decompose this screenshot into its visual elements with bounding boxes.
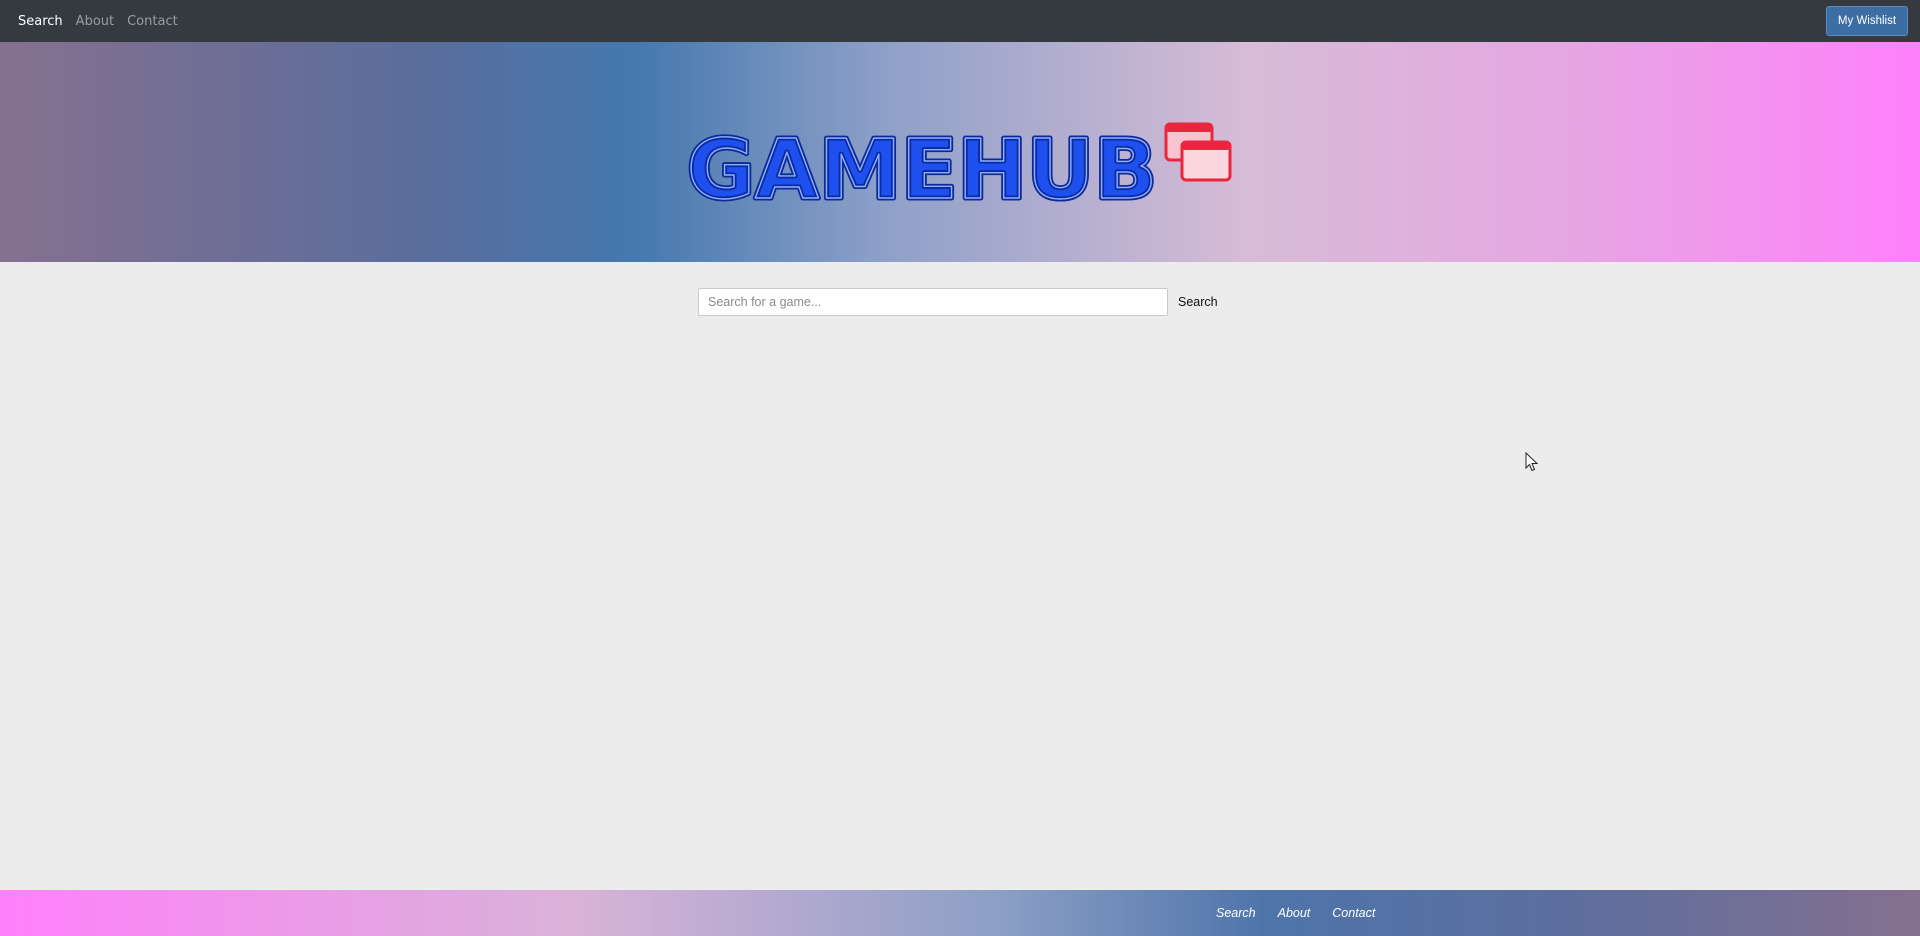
search-input[interactable] [698,288,1168,316]
footer-links: Search About Contact [1216,890,1397,936]
nav-links: Search About Contact [18,14,191,29]
my-wishlist-button[interactable]: My Wishlist [1826,6,1908,36]
search-button[interactable]: Search [1178,295,1218,309]
top-navbar: Search About Contact My Wishlist [0,0,1920,42]
footer-link-about[interactable]: About [1278,906,1311,920]
nav-link-contact[interactable]: Contact [127,14,178,29]
stacked-windows-icon [1164,122,1232,182]
gamehub-logo: GAMEHUB GAMEHUB [684,116,1234,221]
nav-link-about[interactable]: About [76,14,114,29]
nav-link-search[interactable]: Search [18,14,63,29]
mouse-cursor-icon [1525,452,1539,472]
search-bar: Search [698,288,1218,316]
footer-link-contact[interactable]: Contact [1332,906,1375,920]
logo-text-highlight: GAMEHUB [687,123,1157,216]
hero-banner: GAMEHUB GAMEHUB [0,42,1920,262]
gamehub-logo-graphic: GAMEHUB GAMEHUB [685,121,1232,221]
footer-bar: Search About Contact [0,890,1920,936]
footer-link-search[interactable]: Search [1216,906,1256,920]
